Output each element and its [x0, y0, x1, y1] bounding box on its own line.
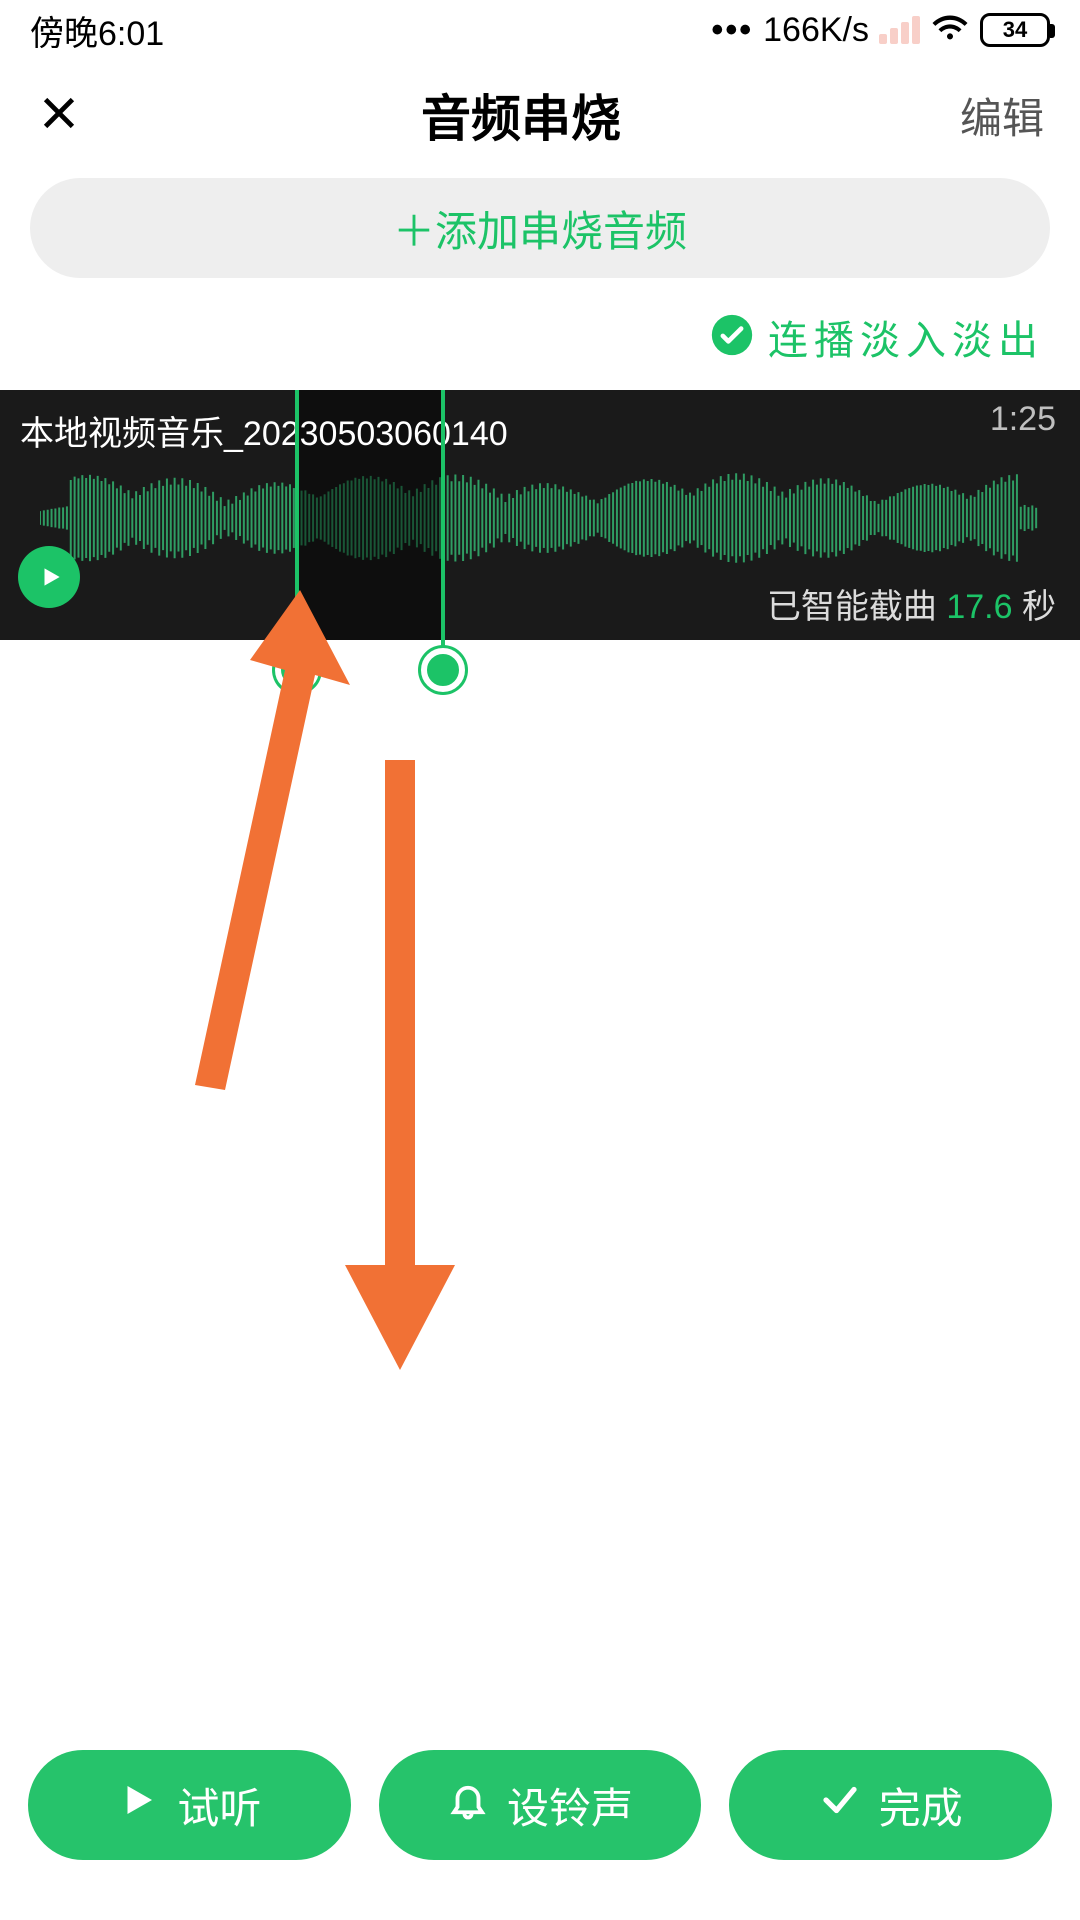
- done-label: 完成: [879, 1775, 963, 1836]
- more-dots-icon: •••: [711, 11, 753, 50]
- battery-icon: 34: [980, 13, 1050, 47]
- check-icon: [819, 1779, 861, 1831]
- bell-icon: [447, 1779, 489, 1831]
- clip-info: 已智能截曲 17.6 秒: [767, 579, 1056, 628]
- battery-level: 34: [1003, 17, 1027, 43]
- add-audio-button[interactable]: ＋添加串烧音频: [30, 178, 1050, 278]
- trim-handle-right[interactable]: [421, 648, 465, 692]
- preview-button[interactable]: 试听: [28, 1750, 351, 1860]
- play-icon: [117, 1779, 159, 1831]
- check-circle-icon: [710, 313, 754, 362]
- play-button[interactable]: [18, 546, 80, 608]
- fade-toggle[interactable]: 连播淡入淡出: [0, 278, 1080, 390]
- track-duration: 1:25: [990, 400, 1056, 439]
- wifi-icon: [930, 6, 970, 55]
- net-speed: 166K/s: [763, 11, 869, 50]
- header: 音频串烧 编辑: [0, 60, 1080, 170]
- bottom-bar: 试听 设铃声 完成: [0, 1750, 1080, 1860]
- clip-prefix: 已智能截曲: [767, 588, 946, 626]
- annotation-arrow-2: [330, 760, 470, 1370]
- track-name: 本地视频音乐_20230503060140: [20, 406, 508, 455]
- trim-edge-right: [441, 390, 445, 674]
- add-audio-label: ＋添加串烧音频: [393, 198, 687, 259]
- fade-label: 连播淡入淡出: [768, 308, 1044, 366]
- set-ringtone-button[interactable]: 设铃声: [379, 1750, 702, 1860]
- clip-unit: 秒: [1013, 588, 1056, 626]
- status-bar: 傍晚6:01 ••• 166K/s 34: [0, 0, 1080, 60]
- clip-seconds: 17.6: [946, 588, 1012, 626]
- close-icon[interactable]: [36, 90, 82, 141]
- done-button[interactable]: 完成: [729, 1750, 1052, 1860]
- edit-button[interactable]: 编辑: [960, 85, 1044, 146]
- waveform[interactable]: [40, 448, 1040, 588]
- status-time: 傍晚6:01: [30, 6, 164, 55]
- ringtone-label: 设铃声: [507, 1775, 633, 1836]
- page-title: 音频串烧: [421, 79, 621, 151]
- preview-label: 试听: [177, 1775, 261, 1836]
- signal-icon: [879, 16, 920, 44]
